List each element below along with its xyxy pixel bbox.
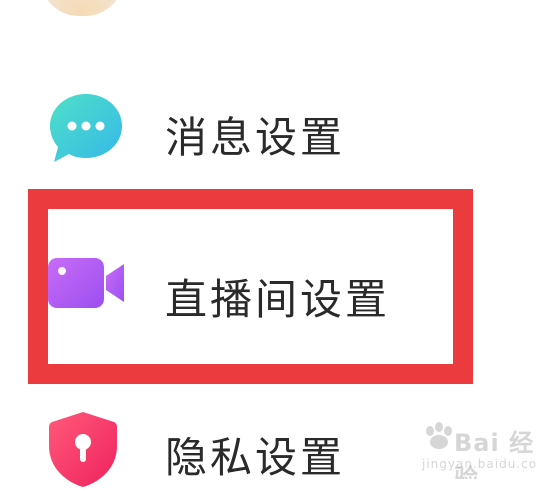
settings-item-live-room[interactable]: 直播间设置 xyxy=(0,214,554,334)
settings-item-message[interactable]: 消息设置 xyxy=(0,68,554,188)
settings-screen: 消息设置 直播间设置 隐私设置 Bai 经验 jingyan.baidu.co xyxy=(0,0,554,491)
paw-logo-icon xyxy=(426,422,452,449)
settings-item-label: 消息设置 xyxy=(165,113,346,162)
settings-item-label: 直播间设置 xyxy=(165,275,391,324)
baidu-jingyan-watermark: Bai 经验 jingyan.baidu.com xyxy=(416,421,536,479)
watermark-url: jingyan.baidu.com xyxy=(422,457,536,471)
chat-bubble-icon xyxy=(50,94,122,162)
video-camera-icon xyxy=(48,258,124,308)
partial-top-icon xyxy=(40,0,124,16)
settings-item-label: 隐私设置 xyxy=(165,433,346,482)
shield-keyhole-icon xyxy=(49,412,117,487)
